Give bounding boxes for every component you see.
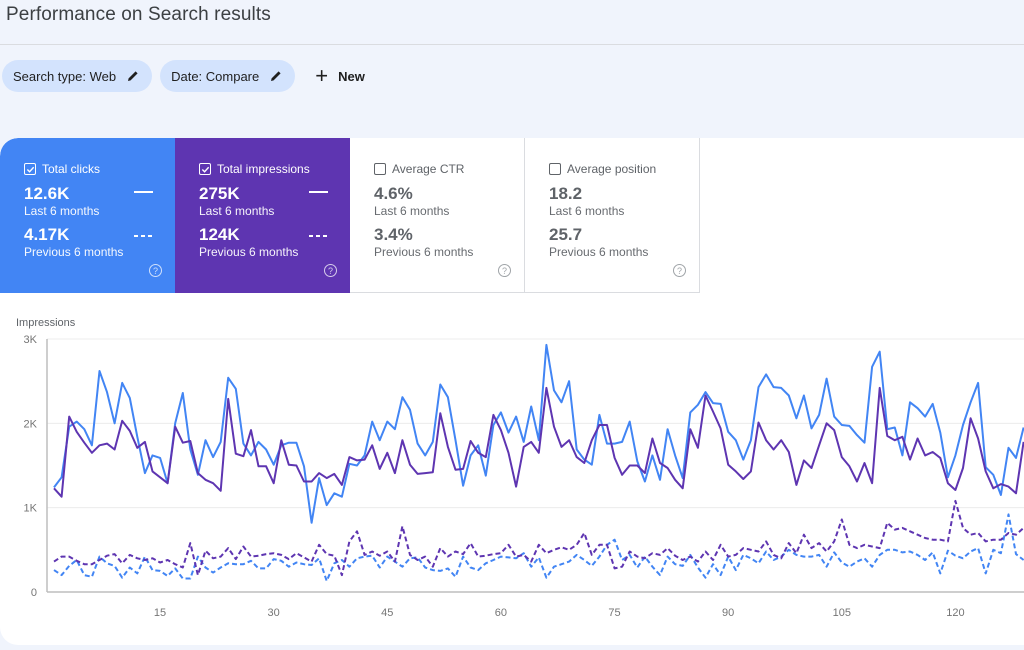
metric-previous-label: Previous 6 months [374, 245, 474, 259]
metric-current-value: 12.6K [24, 184, 70, 203]
series-line-impressions-last-6-months [53, 386, 1024, 498]
help-icon[interactable]: ? [324, 264, 337, 277]
metric-tile-total-impressions[interactable]: Total impressions 275K Last 6 months 124… [175, 138, 350, 293]
metric-current-label: Last 6 months [374, 204, 450, 218]
metric-previous-value: 25.7 [549, 225, 583, 244]
solid-line-legend-icon [309, 191, 328, 193]
page-title: Performance on Search results [6, 4, 271, 25]
checkbox-unchecked-icon[interactable] [374, 163, 386, 175]
metric-current-label: Last 6 months [199, 204, 275, 218]
chart-svg: Impressions 0 1K 2K 3K 15 30 45 60 75 90 105 120 [16, 317, 1024, 619]
metric-previous-label: Previous 6 months [199, 245, 299, 259]
header-divider [0, 44, 1024, 45]
filter-chip-label: Search type: Web [13, 68, 117, 84]
filter-chip-search-type[interactable]: Search type: Web [2, 60, 153, 92]
new-filter-button[interactable]: + New [305, 60, 375, 92]
x-tick-label: 120 [946, 607, 964, 619]
metric-current-label: Last 6 months [549, 204, 625, 218]
filter-chip-label: Date: Compare [171, 68, 260, 84]
metric-label: Average position [567, 162, 657, 176]
help-icon[interactable]: ? [498, 264, 511, 277]
series-line-impressions-previous-6-months [53, 499, 1024, 577]
y-tick-label: 2K [24, 418, 38, 430]
new-filter-label: New [338, 68, 365, 84]
x-tick-label: 90 [722, 607, 734, 619]
series-lines [53, 343, 1024, 582]
plus-icon: + [315, 63, 329, 88]
metric-previous-label: Previous 6 months [24, 245, 124, 259]
metric-previous-label: Previous 6 months [549, 245, 649, 259]
x-tick-label: 15 [154, 607, 166, 619]
y-tick-label: 1K [24, 503, 38, 515]
performance-chart: Impressions 0 1K 2K 3K 15 30 45 60 75 90 105 120 [0, 308, 1024, 645]
help-icon[interactable]: ? [673, 264, 686, 277]
checkbox-checked-icon[interactable] [24, 163, 36, 175]
y-tick-label: 3K [24, 334, 38, 346]
x-tick-label: 45 [381, 607, 393, 619]
solid-line-legend-icon [134, 191, 153, 193]
series-line-clicks-last-6-months [53, 343, 1024, 524]
metric-tile-average-position[interactable]: Average position 18.2 Last 6 months 25.7… [525, 138, 700, 293]
x-tick-label: 75 [608, 607, 620, 619]
metric-current-value: 4.6% [374, 184, 413, 203]
metric-tiles: Total clicks 12.6K Last 6 months 4.17K P… [0, 138, 700, 293]
dashed-line-legend-icon [134, 235, 153, 237]
filter-bar: Search type: Web Date: Compare + New [2, 60, 375, 92]
help-icon[interactable]: ? [149, 264, 162, 277]
y-axis-title: Impressions [16, 317, 76, 329]
dashed-line-legend-icon [309, 235, 328, 237]
x-axis-ticks: 15 30 45 60 75 90 105 120 [154, 607, 965, 619]
metric-current-label: Last 6 months [24, 204, 100, 218]
metric-tile-total-clicks[interactable]: Total clicks 12.6K Last 6 months 4.17K P… [0, 138, 175, 293]
metric-label: Total impressions [217, 162, 310, 176]
metric-previous-value: 3.4% [374, 225, 413, 244]
metric-tile-average-ctr[interactable]: Average CTR 4.6% Last 6 months 3.4% Prev… [350, 138, 525, 293]
performance-card: Total clicks 12.6K Last 6 months 4.17K P… [0, 138, 1024, 645]
y-axis-ticks: 0 1K 2K 3K [24, 334, 38, 599]
metric-label: Total clicks [42, 162, 101, 176]
filter-chip-date[interactable]: Date: Compare [160, 60, 296, 92]
checkbox-checked-icon[interactable] [199, 163, 211, 175]
pencil-icon [126, 69, 140, 83]
checkbox-unchecked-icon[interactable] [549, 163, 561, 175]
metric-label: Average CTR [392, 162, 465, 176]
metric-current-value: 18.2 [549, 184, 583, 203]
metric-current-value: 275K [199, 184, 240, 203]
x-tick-label: 60 [495, 607, 507, 619]
y-tick-label: 0 [31, 587, 37, 599]
x-tick-label: 105 [833, 607, 851, 619]
pencil-icon [269, 69, 283, 83]
x-tick-label: 30 [268, 607, 280, 619]
